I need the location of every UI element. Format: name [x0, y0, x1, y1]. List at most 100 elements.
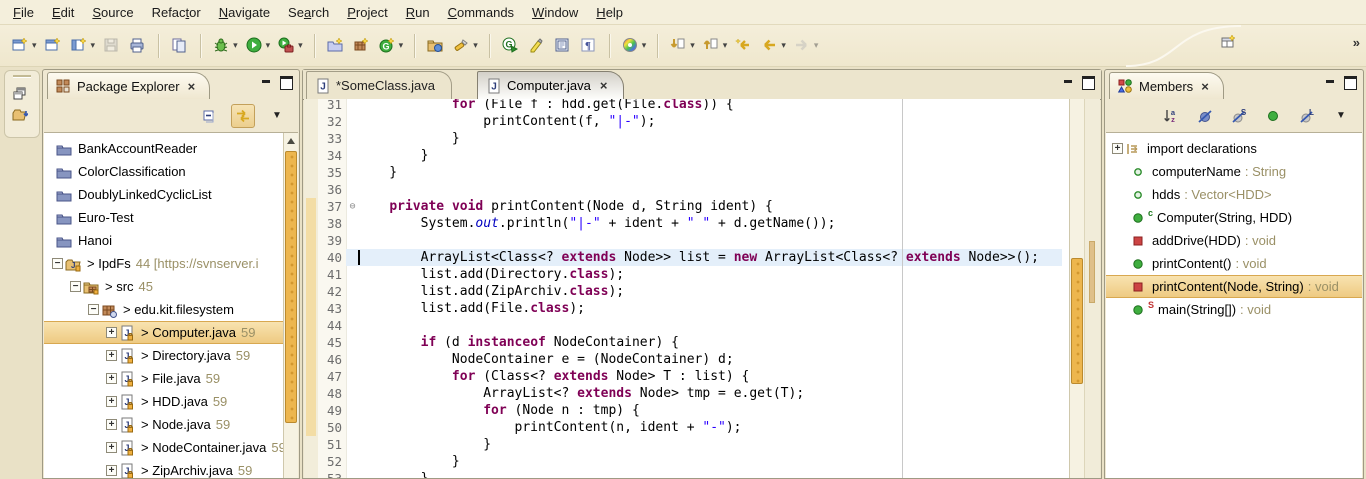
menu-source[interactable]: Source: [83, 2, 142, 23]
member-adddrivehdd[interactable]: addDrive(HDD): void: [1106, 229, 1362, 252]
menu-help[interactable]: Help: [587, 2, 632, 23]
search-button[interactable]: ▾: [449, 33, 482, 59]
prev-annotation-button[interactable]: ▾: [699, 33, 732, 59]
menu-refactor[interactable]: Refactor: [143, 2, 210, 23]
maximize-button[interactable]: [1082, 76, 1095, 90]
print-button[interactable]: [125, 33, 151, 59]
tree-expander[interactable]: −: [52, 258, 63, 269]
run-last-button[interactable]: G: [498, 33, 524, 59]
show-whitespace-button[interactable]: ¶: [576, 33, 602, 59]
close-icon[interactable]: ×: [600, 79, 608, 92]
new-class-button[interactable]: G▾: [375, 33, 408, 59]
minimize-button[interactable]: [261, 76, 272, 87]
menu-file[interactable]: File: [4, 2, 43, 23]
member-hdds[interactable]: hdds: Vector<HDD>: [1106, 183, 1362, 206]
link-with-editor-button[interactable]: [231, 104, 255, 128]
dropdown-chevron-icon[interactable]: ▾: [814, 40, 819, 51]
editor-tab-computer.java[interactable]: JComputer.java×: [477, 71, 624, 99]
menu-search[interactable]: Search: [279, 2, 338, 23]
close-icon[interactable]: ×: [188, 80, 196, 93]
open-type-button[interactable]: [423, 33, 449, 59]
member-computername[interactable]: computerName: String: [1106, 160, 1362, 183]
minimize-button[interactable]: [1063, 76, 1074, 87]
tab-package-explorer[interactable]: Package Explorer ×: [47, 72, 210, 99]
hide-local-types-button[interactable]: L: [1295, 104, 1319, 128]
package-explorer-scrollbar[interactable]: [283, 133, 298, 478]
member-computerstringhdd[interactable]: cComputer(String, HDD): [1106, 206, 1362, 229]
dropdown-chevron-icon[interactable]: ▾: [399, 40, 404, 51]
collapse-all-button[interactable]: [197, 104, 221, 128]
tree-expander[interactable]: −: [88, 304, 99, 315]
dropdown-chevron-icon[interactable]: ▾: [723, 40, 728, 51]
new-fast-view-button[interactable]: [1220, 33, 1236, 51]
sort-button[interactable]: az: [1159, 104, 1183, 128]
tree-item-doublylinkedcycliclist[interactable]: DoublyLinkedCyclicList: [44, 183, 298, 206]
new-window-button[interactable]: [41, 33, 67, 59]
member-mainstring[interactable]: Smain(String[]): void: [1106, 298, 1362, 321]
tree-expander[interactable]: +: [106, 442, 117, 453]
show-public-button[interactable]: [1261, 104, 1285, 128]
dropdown-chevron-icon[interactable]: ▾: [298, 40, 303, 51]
new-package-button[interactable]: [349, 33, 375, 59]
tree-item-bankaccountreader[interactable]: BankAccountReader: [44, 137, 298, 160]
tree-item-node.java[interactable]: +J> Node.java59: [44, 413, 298, 436]
tree-item-directory.java[interactable]: +J> Directory.java59: [44, 344, 298, 367]
editor-scrollbar[interactable]: [1069, 99, 1084, 478]
menu-navigate[interactable]: Navigate: [210, 2, 279, 23]
tree-item-euro-test[interactable]: Euro-Test: [44, 206, 298, 229]
menu-window[interactable]: Window: [523, 2, 587, 23]
view-menu-button[interactable]: ▼: [265, 104, 289, 128]
save-button[interactable]: [99, 33, 125, 59]
fast-view-drag-handle[interactable]: [13, 75, 31, 78]
tree-expander[interactable]: −: [70, 281, 81, 292]
next-annotation-button[interactable]: ▾: [666, 33, 699, 59]
tree-expander[interactable]: +: [1112, 143, 1123, 154]
new-editor-button[interactable]: ▾: [67, 33, 100, 59]
tree-item-computer.java[interactable]: +J> Computer.java59: [44, 321, 298, 344]
fold-collapse-icon[interactable]: ⊖: [347, 198, 358, 215]
dropdown-chevron-icon[interactable]: ▾: [473, 40, 478, 51]
open-folder-view-icon[interactable]: [12, 106, 32, 126]
mark-occurrences-button[interactable]: [524, 33, 550, 59]
tree-item-edu.kit.filesystem[interactable]: −> edu.kit.filesystem: [44, 298, 298, 321]
new-wizard-button[interactable]: ▾: [8, 33, 41, 59]
show-source-button[interactable]: [550, 33, 576, 59]
dropdown-chevron-icon[interactable]: ▾: [91, 40, 96, 51]
tree-expander[interactable]: +: [106, 327, 117, 338]
restore-windows-icon[interactable]: [12, 84, 32, 104]
new-java-project-button[interactable]: [323, 33, 349, 59]
maximize-button[interactable]: [280, 76, 293, 90]
toolbar-overflow-chevron[interactable]: »: [1353, 35, 1358, 50]
tab-members[interactable]: Members ×: [1109, 72, 1224, 99]
run-button[interactable]: ▾: [242, 33, 275, 59]
dropdown-chevron-icon[interactable]: ▾: [781, 40, 786, 51]
forward-button[interactable]: ▾: [790, 33, 823, 59]
editor-tab-someclass.java[interactable]: J*SomeClass.java: [306, 71, 452, 99]
dropdown-chevron-icon[interactable]: ▾: [233, 40, 238, 51]
member-importdeclarations[interactable]: +import declarations: [1106, 137, 1362, 160]
member-printcontent[interactable]: printContent(): void: [1106, 252, 1362, 275]
menu-project[interactable]: Project: [338, 2, 396, 23]
minimize-button[interactable]: [1325, 76, 1336, 87]
tree-item-ipdfs[interactable]: −J> IpdFs44 [https://svnserver.i: [44, 252, 298, 275]
overview-ruler[interactable]: [1084, 99, 1100, 478]
menu-edit[interactable]: Edit: [43, 2, 83, 23]
tree-item-colorclassification[interactable]: ColorClassification: [44, 160, 298, 183]
dropdown-chevron-icon[interactable]: ▾: [266, 40, 271, 51]
dropdown-chevron-icon[interactable]: ▾: [32, 40, 37, 51]
tree-expander[interactable]: +: [106, 465, 117, 476]
dropdown-chevron-icon[interactable]: ▾: [642, 40, 647, 51]
debug-button[interactable]: ▾: [209, 33, 242, 59]
hide-static-button[interactable]: S: [1227, 104, 1251, 128]
view-menu-button[interactable]: ▼: [1329, 104, 1353, 128]
tree-expander[interactable]: +: [106, 373, 117, 384]
last-edit-location-button[interactable]: [731, 33, 757, 59]
tree-expander[interactable]: +: [106, 350, 117, 361]
menu-commands[interactable]: Commands: [439, 2, 523, 23]
member-printcontentnodestring[interactable]: printContent(Node, String): void: [1106, 275, 1362, 298]
dropdown-chevron-icon[interactable]: ▾: [690, 40, 695, 51]
tree-item-nodecontainer.java[interactable]: +J> NodeContainer.java59: [44, 436, 298, 459]
scrollbar-thumb[interactable]: [1071, 258, 1083, 384]
external-tools-button[interactable]: ▾: [274, 33, 307, 59]
scroll-up-arrow-icon[interactable]: [287, 138, 295, 144]
